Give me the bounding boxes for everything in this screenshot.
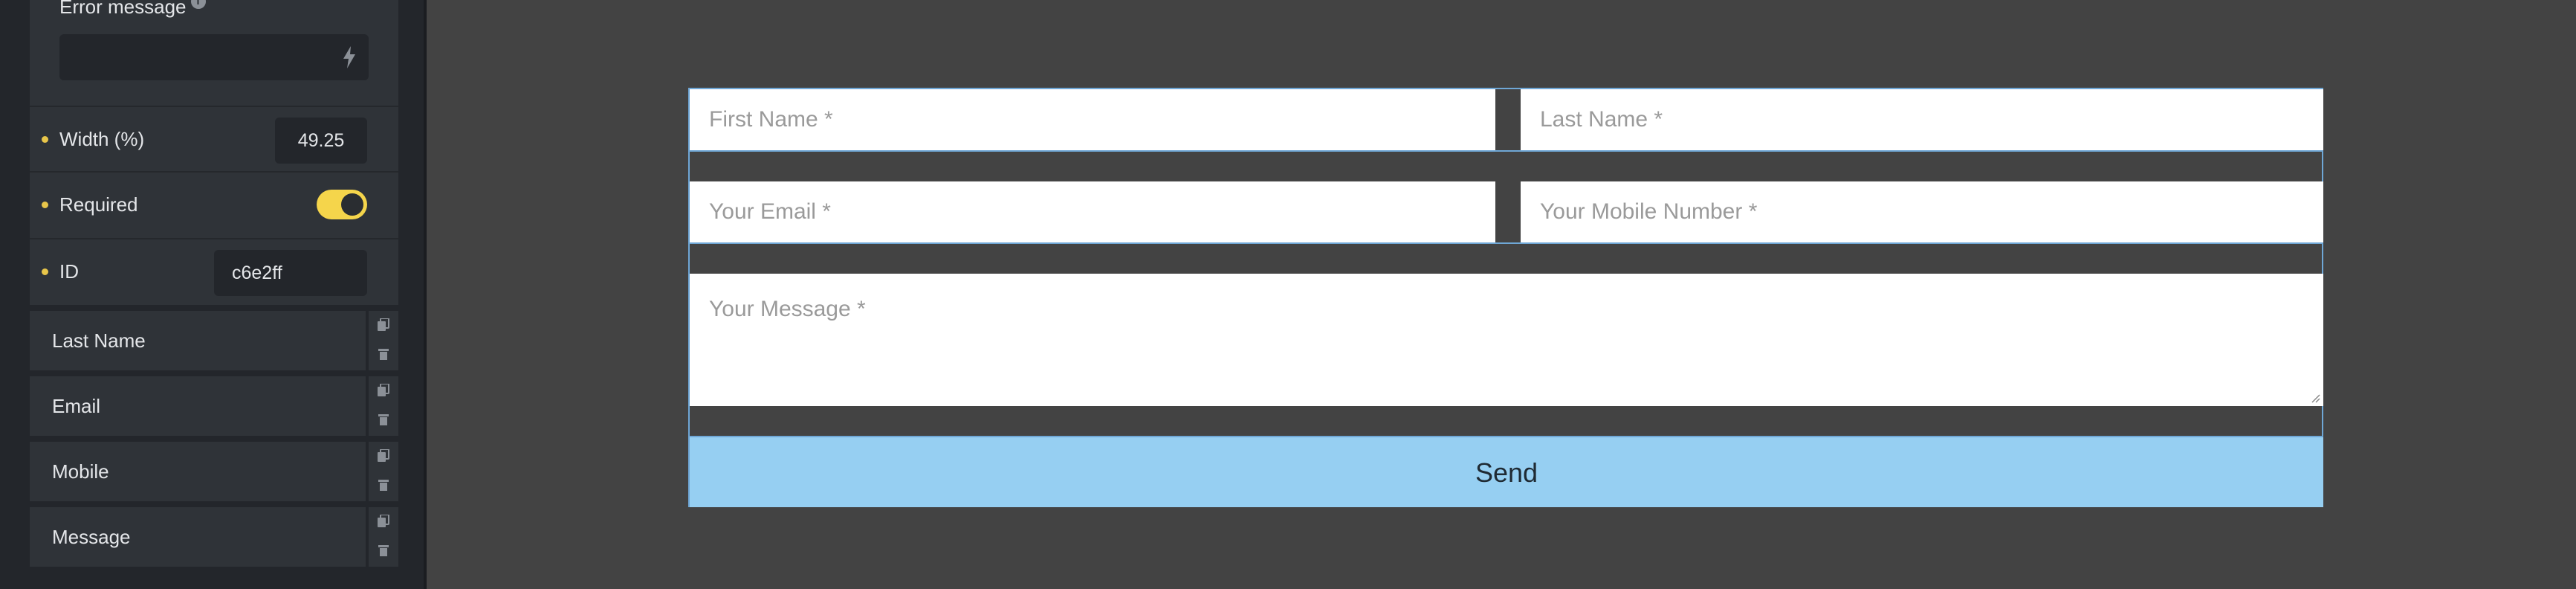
mobile-input[interactable]: Your Mobile Number * — [1521, 181, 2323, 242]
field-item-label[interactable]: Mobile — [30, 442, 366, 501]
field-settings-sidebar: Error message i Width (%) 49.25 Required … — [0, 0, 427, 589]
last-name-input[interactable]: Last Name * — [1521, 89, 2323, 150]
field-item-label[interactable]: Email — [30, 376, 366, 436]
field-item-email[interactable]: Email — [30, 376, 398, 436]
id-input[interactable]: c6e2ff — [214, 250, 367, 296]
trash-icon[interactable] — [378, 413, 389, 425]
copy-icon[interactable] — [378, 449, 389, 463]
modified-indicator — [42, 136, 48, 143]
field-item-actions — [369, 311, 398, 370]
required-toggle[interactable] — [317, 190, 367, 219]
width-row: Width (%) 49.25 — [30, 106, 398, 171]
field-separator — [690, 150, 2323, 152]
required-row: Required — [30, 171, 398, 236]
trash-icon[interactable] — [378, 479, 389, 491]
field-item-actions — [369, 442, 398, 501]
modified-indicator — [42, 268, 48, 275]
width-label: Width (%) — [59, 128, 145, 150]
field-item-mobile[interactable]: Mobile — [30, 442, 398, 501]
first-name-input[interactable]: First Name * — [690, 89, 1495, 150]
width-input[interactable]: 49.25 — [275, 118, 367, 164]
dynamic-data-icon[interactable] — [342, 46, 357, 68]
trash-icon[interactable] — [378, 544, 389, 556]
id-row: ID c6e2ff — [30, 238, 398, 303]
field-item-actions — [369, 507, 398, 567]
toggle-knob — [341, 193, 363, 216]
trash-icon[interactable] — [378, 348, 389, 360]
resize-handle-icon[interactable] — [2308, 391, 2320, 403]
field-settings-panel: Error message i Width (%) 49.25 Required … — [30, 0, 398, 305]
copy-icon[interactable] — [378, 515, 389, 528]
send-button[interactable]: Send — [690, 436, 2323, 507]
message-textarea[interactable]: Your Message * — [690, 274, 2323, 406]
required-label: Required — [59, 193, 138, 216]
modified-indicator — [42, 202, 48, 208]
field-item-label[interactable]: Last Name — [30, 311, 366, 370]
field-item-last-name[interactable]: Last Name — [30, 311, 398, 370]
error-message-label: Error message i — [59, 0, 206, 18]
copy-icon[interactable] — [378, 318, 389, 332]
field-item-actions — [369, 376, 398, 436]
email-input[interactable]: Your Email * — [690, 181, 1495, 242]
field-item-message[interactable]: Message — [30, 507, 398, 567]
field-separator — [690, 242, 2323, 244]
contact-form[interactable]: First Name * Last Name * Your Email * Yo… — [688, 88, 2323, 507]
info-icon[interactable]: i — [190, 0, 206, 9]
copy-icon[interactable] — [378, 384, 389, 397]
id-label: ID — [59, 260, 79, 283]
field-item-label[interactable]: Message — [30, 507, 366, 567]
error-message-input[interactable] — [59, 34, 369, 80]
message-placeholder: Your Message * — [709, 297, 866, 321]
